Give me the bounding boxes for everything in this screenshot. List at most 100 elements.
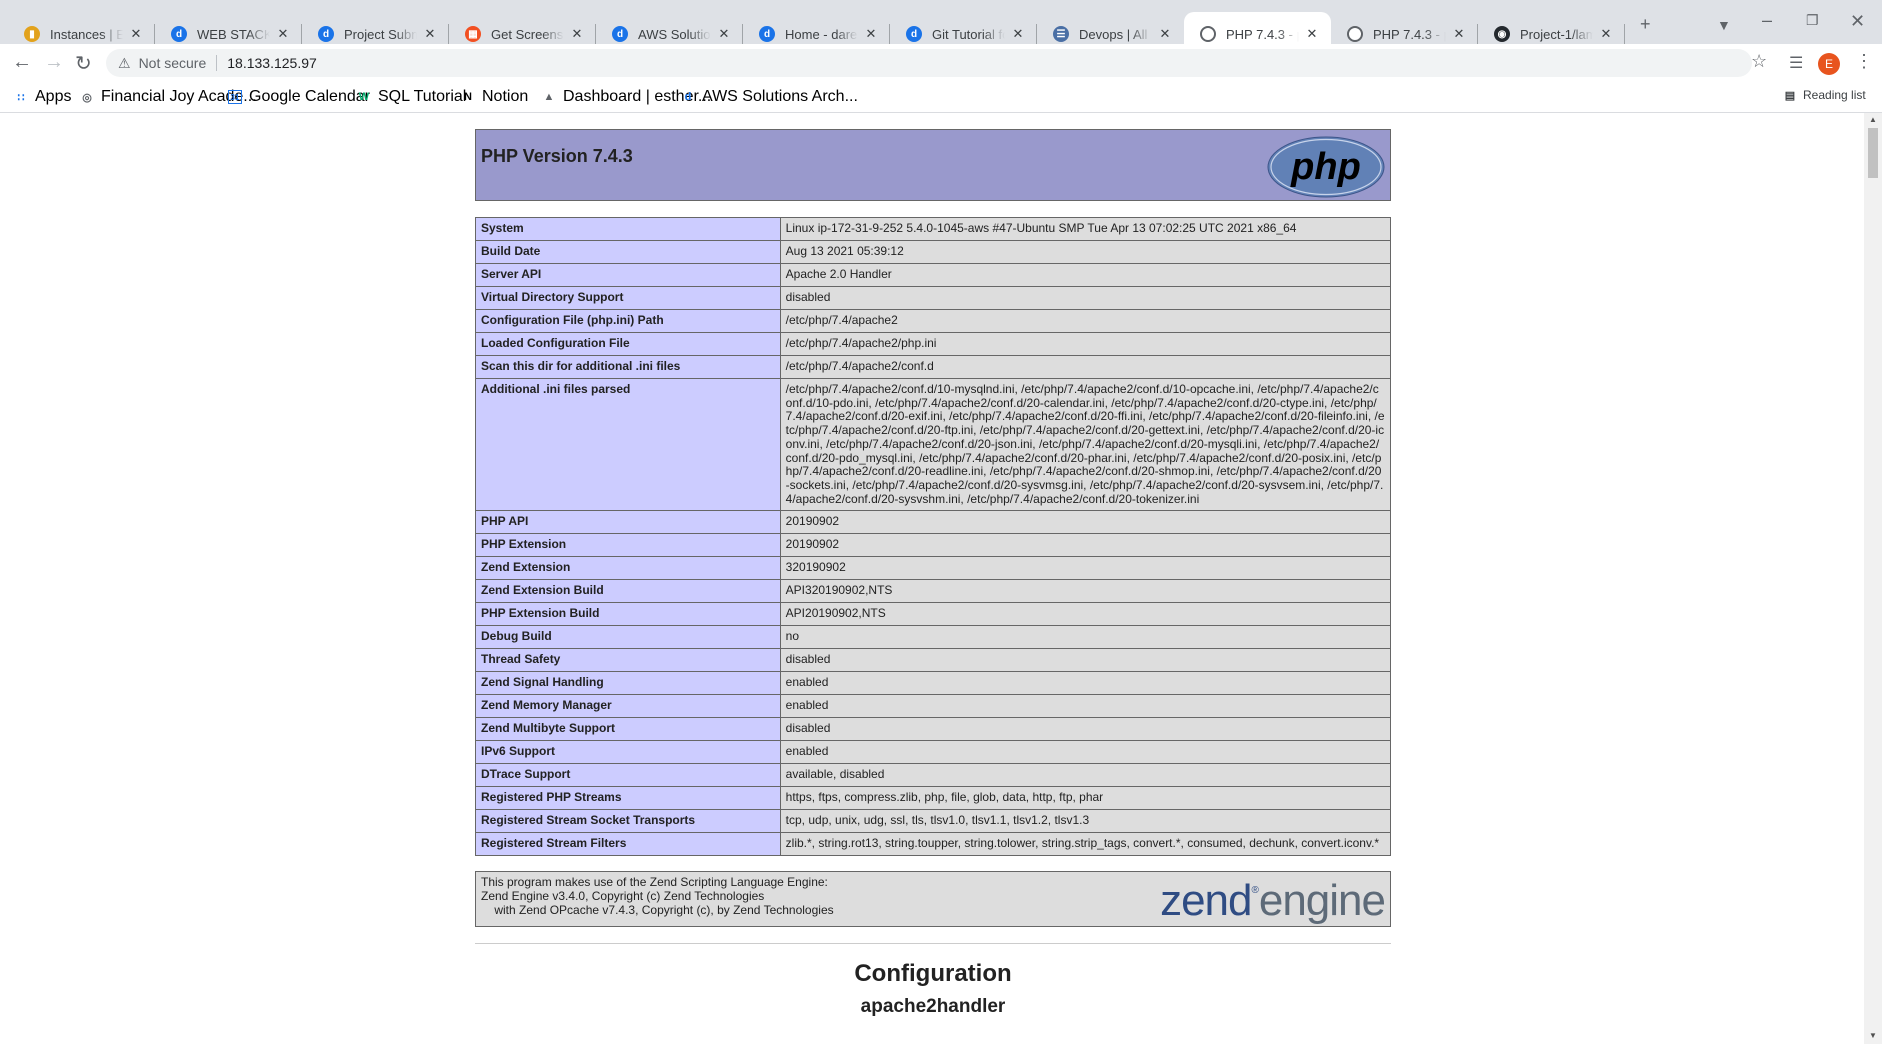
info-key: Zend Multibyte Support [475, 717, 781, 742]
scroll-up-arrow-icon[interactable]: ▲ [1869, 115, 1877, 124]
tab-title: Home - dare [785, 26, 858, 42]
tab-close-icon[interactable]: ✕ [1303, 26, 1321, 42]
info-value: /etc/php/7.4/apache2/php.ini [779, 332, 1392, 356]
php-info-table: System Linux ip-172-31-9-252 5.4.0-1045-a… [475, 217, 1392, 857]
info-key: Configuration File (php.ini) Path [475, 309, 781, 333]
tab-title: Devops | All Notes [1079, 26, 1152, 42]
tab-close-icon[interactable]: ✕ [421, 26, 439, 42]
tab-close-icon[interactable]: ✕ [274, 26, 292, 42]
address-bar[interactable]: ⚠ Not secure 18.133.125.97 [106, 49, 1752, 77]
info-row: Zend Multibyte Support disabled [475, 717, 1392, 742]
tab-title: WEB STACK IMPLEMENTATION [197, 26, 270, 42]
info-key: Zend Extension [475, 556, 781, 581]
info-row: Loaded Configuration File/etc/php/7.4/ap… [475, 332, 1392, 356]
darey-icon: d [684, 91, 692, 103]
phpinfo-container: PHP Version 7.4.3 php System Linux ip-172… [475, 129, 1392, 1018]
minimize-icon[interactable]: – [1762, 10, 1772, 31]
globe-icon [1347, 26, 1363, 42]
tab-title: Project-1/lamp-stack [1520, 26, 1593, 42]
php-logo: php [1267, 136, 1385, 198]
zend-logo-word: zend [1160, 876, 1252, 926]
tab-title: AWS Solutions Architect [638, 26, 711, 42]
info-key: Scan this dir for additional .ini files [475, 355, 781, 379]
php-version-header: PHP Version 7.4.3 php [475, 129, 1391, 201]
bookmark-label: SQL Tutorial [378, 88, 467, 105]
info-key: Virtual Directory Support [475, 286, 781, 310]
info-key: PHP Extension Build [475, 602, 781, 627]
reading-list-button[interactable]: ▤ Reading list [1783, 88, 1866, 102]
browser-menu-icon[interactable]: ⋮ [1855, 51, 1873, 72]
tab-close-icon[interactable]: ✕ [1597, 26, 1615, 42]
info-value: API20190902,NTS [779, 602, 1392, 627]
new-tab-button[interactable]: + [1640, 14, 1651, 35]
info-key: DTrace Support [475, 763, 781, 788]
info-key: System [475, 217, 781, 241]
info-value: API320190902,NTS [779, 579, 1392, 604]
bookmark-star-icon[interactable]: ☆ [1751, 51, 1767, 72]
scrollbar-thumb[interactable] [1868, 128, 1878, 178]
info-row: IPv6 Support enabled [475, 740, 1392, 765]
tab-close-icon[interactable]: ✕ [127, 26, 145, 42]
darey-icon: d [906, 26, 922, 42]
bookmark-item[interactable]: N Notion [461, 88, 528, 106]
tab-title: Project Submission [344, 26, 417, 42]
info-key: Loaded Configuration File [475, 332, 781, 356]
info-value: Aug 13 2021 05:39:12 [779, 240, 1392, 264]
page-scrollbar[interactable]: ▲ ▼ [1864, 113, 1882, 1044]
php-logo-text: php [1290, 146, 1361, 188]
info-row: Registered Stream Socket Transports tcp, … [475, 809, 1392, 834]
url-text[interactable]: 18.133.125.97 [227, 55, 317, 71]
info-row: Server API Apache 2.0 Handler [475, 263, 1392, 287]
omnibox-divider [216, 55, 218, 71]
page-content: PHP Version 7.4.3 php System Linux ip-172… [0, 113, 1864, 1044]
tab-close-icon[interactable]: ✕ [1009, 26, 1027, 42]
info-key: PHP Extension [475, 533, 781, 558]
info-value: https, ftps, compress.zlib, php, file, g… [779, 786, 1392, 811]
darey-icon: d [318, 26, 334, 42]
info-row: Scan this dir for additional .ini files /… [475, 355, 1392, 379]
not-secure-warning-icon[interactable]: ⚠ [118, 55, 131, 72]
back-icon[interactable]: ← [12, 51, 32, 74]
close-window-icon[interactable]: ✕ [1850, 11, 1865, 32]
aws-box-icon: ▮ [24, 26, 40, 42]
forward-icon[interactable]: → [44, 51, 64, 74]
tab-close-icon[interactable]: ✕ [1450, 26, 1468, 42]
scroll-down-arrow-icon[interactable]: ▼ [1869, 1031, 1877, 1040]
tab-title: Instances | EC2 Management Console [50, 26, 123, 42]
zend-engine-text: This program makes use of the Zend Scrip… [481, 875, 834, 917]
restore-icon[interactable]: ❐ [1806, 12, 1819, 29]
bookmark-label: Notion [482, 88, 529, 105]
media-controls-icon[interactable]: ☰ [1789, 53, 1803, 73]
tab-close-icon[interactable]: ✕ [1156, 26, 1174, 42]
tab-close-icon[interactable]: ✕ [862, 26, 880, 42]
windows-icon: ▦ [465, 26, 481, 42]
apps-grid-icon: ∷ [17, 91, 25, 104]
info-value: Linux ip-172-31-9-252 5.4.0-1045-aws #47… [779, 217, 1392, 241]
tab-search-icon[interactable]: ▼ [1717, 17, 1731, 33]
info-row: Zend Extension 320190902 [475, 556, 1392, 581]
tab-close-icon[interactable]: ✕ [568, 26, 586, 42]
zend-engine-logo: zend ® engine [1160, 876, 1386, 926]
bookmark-item[interactable]: d AWS Solutions Arch... [681, 88, 858, 106]
darey-icon: d [759, 26, 775, 42]
bookmark-item[interactable]: 31 Google Calendar [228, 88, 370, 106]
darey-icon: d [612, 26, 628, 42]
info-row: Virtual Directory Support disabled [475, 286, 1392, 310]
profile-avatar[interactable]: E [1818, 53, 1840, 75]
bookmark-item[interactable]: W SQL Tutorial [357, 88, 467, 106]
w3schools-icon: W [358, 91, 370, 103]
info-value: tcp, udp, unix, udg, ssl, tls, tlsv1.0, … [779, 809, 1392, 834]
info-key: Thread Safety [475, 648, 781, 673]
info-value: 320190902 [779, 556, 1392, 581]
info-value: /etc/php/7.4/apache2 [779, 309, 1392, 333]
security-label[interactable]: Not secure [139, 55, 207, 71]
bookmark-item[interactable]: ∷ Apps [14, 88, 72, 106]
info-key: Additional .ini files parsed [475, 377, 781, 512]
tab-close-icon[interactable]: ✕ [715, 26, 733, 42]
info-row: System Linux ip-172-31-9-252 5.4.0-1045-a… [475, 217, 1392, 241]
info-row: Additional .ini files parsed/etc/php/7.4… [475, 377, 1392, 512]
bookmark-icon: ▲ [543, 91, 555, 103]
reload-icon[interactable]: ↻ [75, 51, 92, 76]
globe-icon: ◎ [82, 91, 92, 104]
tab-separator [1624, 24, 1625, 44]
